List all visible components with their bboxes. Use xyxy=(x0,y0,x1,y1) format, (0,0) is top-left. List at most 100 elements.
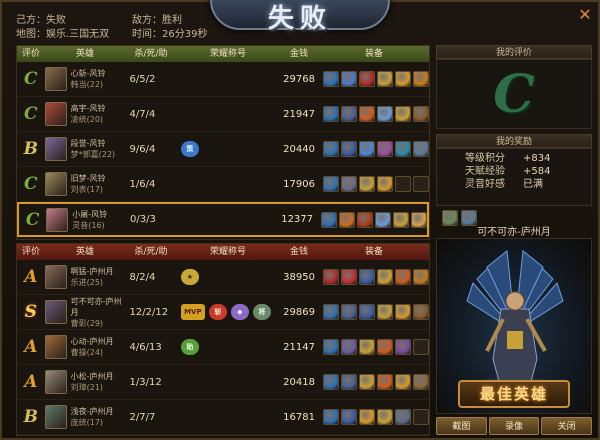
screenshot-button[interactable]: 截图 xyxy=(436,417,487,435)
equipment-item-icon[interactable] xyxy=(322,409,339,425)
player-row[interactable]: C 旧梦-风铃 刘表(17) 1/6/4 17906 xyxy=(17,167,429,202)
equipment-item-icon[interactable] xyxy=(358,269,375,285)
equipment-item-icon[interactable] xyxy=(340,106,357,122)
equipment-item-icon[interactable] xyxy=(412,374,429,390)
equipment-item-icon[interactable] xyxy=(322,71,339,87)
equipment-item-icon[interactable] xyxy=(376,339,393,355)
equipment-item-icon[interactable] xyxy=(412,71,429,87)
player-row[interactable]: C 小屠-风铃 灵音(16) 0/3/3 12377 xyxy=(17,202,429,237)
col-honor: 荣耀称号 xyxy=(209,247,246,257)
equipment-list xyxy=(315,374,429,390)
player-kda: 1/3/12 xyxy=(129,376,162,388)
equipment-item-icon[interactable] xyxy=(394,304,411,320)
player-kda: 12/2/12 xyxy=(129,306,169,318)
player-kda: 9/6/4 xyxy=(129,143,156,155)
mvp-player-name: 可不可亦-庐州月 xyxy=(477,227,551,238)
equipment-item-icon[interactable] xyxy=(376,374,393,390)
player-name-block: 浅夜-庐州月 庞统(17) xyxy=(71,406,114,428)
equipment-item-icon[interactable] xyxy=(322,141,339,157)
equipment-item-icon[interactable] xyxy=(412,304,429,320)
player-row[interactable]: S 可不可亦-庐州月 曹彰(29) 12/2/12 MVP 斩 ◆ 将 29869 xyxy=(17,295,429,330)
equipment-item-icon[interactable] xyxy=(322,374,339,390)
equipment-item-icon[interactable] xyxy=(358,304,375,320)
enemy-team-table: 评价 英雄 杀/死/助 荣耀称号 金钱 装备 A 啊猛-庐州月 乐进(25) 8/2/… xyxy=(16,243,430,436)
honor-titles: ★ xyxy=(175,269,276,285)
equipment-item-icon[interactable] xyxy=(394,141,411,157)
equipment-item-icon[interactable] xyxy=(394,374,411,390)
equipment-item-icon[interactable] xyxy=(375,211,392,228)
equipment-item-icon[interactable] xyxy=(376,409,393,425)
equipment-item-icon[interactable] xyxy=(358,339,375,355)
player-name-block: 旧梦-风铃 刘表(17) xyxy=(71,173,106,195)
player-row[interactable]: C 高宇-风铃 凌统(20) 4/7/4 21947 xyxy=(17,97,429,132)
equipment-item-icon[interactable] xyxy=(376,71,393,87)
equipment-item-icon[interactable] xyxy=(340,176,357,192)
equipment-item-icon[interactable] xyxy=(322,269,339,285)
equipment-item-icon[interactable] xyxy=(322,304,339,320)
close-icon[interactable]: ✕ xyxy=(576,6,594,24)
own-team-header: 评价 英雄 杀/死/助 荣耀称号 金钱 装备 xyxy=(17,46,429,62)
equipment-item-icon[interactable] xyxy=(322,106,339,122)
my-reward-panel: 我的奖励 等级积分 +834 天赋经验 +584 灵音好感 已满 xyxy=(436,134,592,226)
equipment-item-icon[interactable] xyxy=(394,339,411,355)
equipment-item-icon[interactable] xyxy=(321,211,338,228)
equipment-item-icon[interactable] xyxy=(412,339,429,355)
equipment-item-icon[interactable] xyxy=(340,374,357,390)
hero-portrait-icon xyxy=(44,265,67,289)
equipment-item-icon[interactable] xyxy=(339,211,356,228)
col-kda: 杀/死/助 xyxy=(134,49,168,59)
equipment-item-icon[interactable] xyxy=(340,71,357,87)
equipment-item-icon[interactable] xyxy=(322,176,339,192)
equipment-item-icon[interactable] xyxy=(376,106,393,122)
equipment-item-icon[interactable] xyxy=(376,141,393,157)
player-name-block: 心斩-风铃 韩当(22) xyxy=(71,68,106,90)
player-row[interactable]: B 段誉-风铃 梦*郭嘉(22) 9/6/4 策 20440 xyxy=(17,132,429,167)
player-row[interactable]: C 心斩-风铃 韩当(22) 6/5/2 29768 xyxy=(17,62,429,97)
player-row[interactable]: A 啊猛-庐州月 乐进(25) 8/2/4 ★ 38950 xyxy=(17,260,429,295)
equipment-item-icon[interactable] xyxy=(393,211,410,228)
player-gold: 21147 xyxy=(283,341,315,353)
player-row[interactable]: B 浅夜-庐州月 庞统(17) 2/7/7 16781 xyxy=(17,400,429,435)
equipment-item-icon[interactable] xyxy=(322,339,339,355)
equipment-item-icon[interactable] xyxy=(412,106,429,122)
equipment-item-icon[interactable] xyxy=(358,71,375,87)
equipment-item-icon[interactable] xyxy=(411,211,428,228)
equipment-item-icon[interactable] xyxy=(376,269,393,285)
equipment-item-icon[interactable] xyxy=(358,141,375,157)
equipment-item-icon[interactable] xyxy=(340,269,357,285)
equipment-item-icon[interactable] xyxy=(412,409,429,425)
equipment-item-icon[interactable] xyxy=(394,269,411,285)
reward-row: 等级积分 +834 xyxy=(465,153,551,164)
hero-portrait-icon xyxy=(44,335,67,359)
result-title-banner: 失败 xyxy=(210,0,390,34)
equipment-item-icon[interactable] xyxy=(357,211,374,228)
equipment-list xyxy=(315,176,429,192)
player-name: 小屠-风铃 xyxy=(72,209,108,219)
equipment-item-icon[interactable] xyxy=(412,176,429,192)
equipment-item-icon[interactable] xyxy=(358,176,375,192)
equipment-item-icon[interactable] xyxy=(394,71,411,87)
equipment-item-icon[interactable] xyxy=(358,374,375,390)
equipment-item-icon[interactable] xyxy=(412,269,429,285)
replay-button[interactable]: 录像 xyxy=(488,417,540,435)
equipment-item-icon[interactable] xyxy=(340,304,357,320)
equipment-item-icon[interactable] xyxy=(340,339,357,355)
equipment-item-icon[interactable] xyxy=(340,141,357,157)
player-row[interactable]: A 小松-庐州月 刘璋(21) 1/3/12 20418 xyxy=(17,365,429,400)
equipment-item-icon[interactable] xyxy=(394,409,411,425)
equipment-item-icon[interactable] xyxy=(412,141,429,157)
equipment-item-icon[interactable] xyxy=(376,176,393,192)
equipment-item-icon[interactable] xyxy=(358,409,375,425)
equipment-item-icon[interactable] xyxy=(358,106,375,122)
honor-badge-icon: 斩 xyxy=(208,304,227,320)
equipment-list xyxy=(315,409,429,425)
equipment-item-icon[interactable] xyxy=(394,176,411,192)
close-button[interactable]: 关闭 xyxy=(541,417,593,435)
honor-titles: MVP 斩 ◆ 将 xyxy=(175,304,276,320)
player-kda: 4/6/13 xyxy=(129,341,162,353)
player-grade: C xyxy=(24,174,38,194)
equipment-item-icon[interactable] xyxy=(394,106,411,122)
player-row[interactable]: A 心动-庐州月 曹操(24) 4/6/13 助 21147 xyxy=(17,330,429,365)
equipment-item-icon[interactable] xyxy=(376,304,393,320)
equipment-item-icon[interactable] xyxy=(340,409,357,425)
